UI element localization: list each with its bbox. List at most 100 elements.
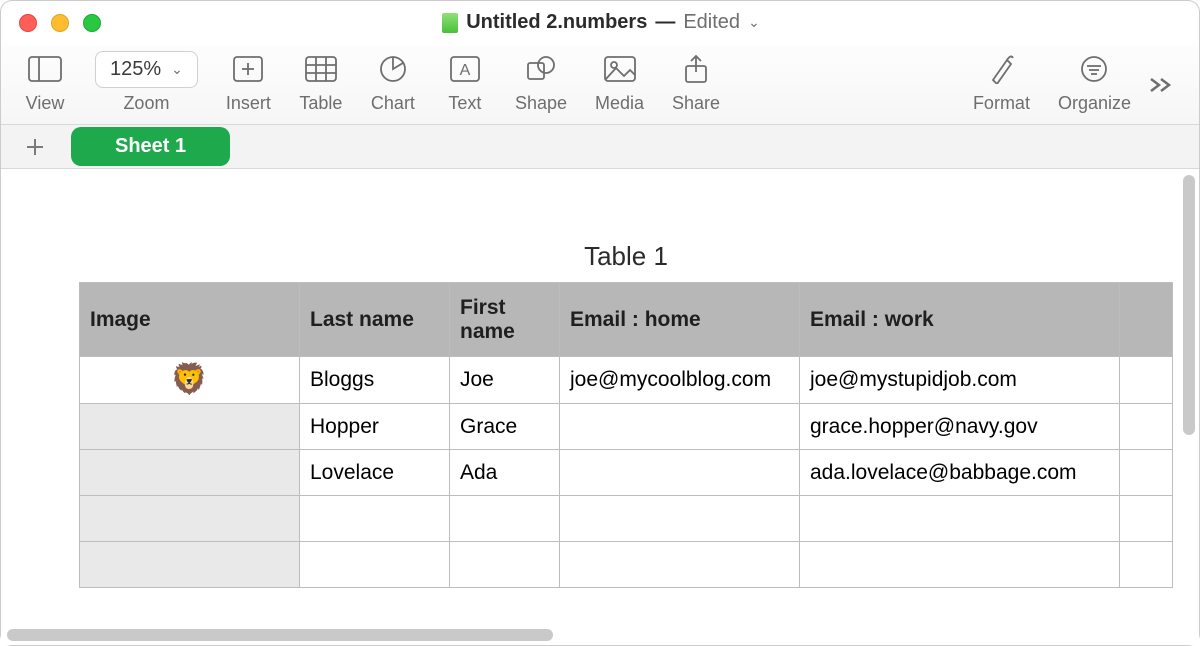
- cell-last-name[interactable]: Bloggs: [300, 357, 450, 404]
- zoom-window-button[interactable]: [83, 14, 101, 32]
- text-label: Text: [448, 93, 481, 114]
- view-button[interactable]: View: [9, 51, 81, 114]
- media-label: Media: [595, 93, 644, 114]
- svg-text:A: A: [460, 62, 471, 79]
- chart-icon: [379, 51, 407, 87]
- sheet-tab-bar: Sheet 1: [1, 125, 1199, 169]
- vertical-scrollbar[interactable]: [1183, 175, 1195, 435]
- spreadsheet-canvas[interactable]: Table 1 Image Last name First name Email…: [1, 169, 1199, 645]
- cell-image[interactable]: [80, 450, 300, 496]
- cell-first-name[interactable]: [450, 542, 560, 588]
- toolbar: View 125% ⌄ Zoom Insert Table: [1, 45, 1199, 125]
- window-controls: [19, 14, 101, 32]
- cell-first-name[interactable]: Joe: [450, 357, 560, 404]
- insert-button[interactable]: Insert: [212, 51, 285, 114]
- insert-icon: [233, 51, 263, 87]
- cell-email-home[interactable]: joe@mycoolblog.com: [560, 357, 800, 404]
- cell-last-name[interactable]: [300, 496, 450, 542]
- document-filename: Untitled 2.numbers: [466, 11, 647, 34]
- text-button[interactable]: A Text: [429, 51, 501, 114]
- document-edited-status: Edited: [683, 11, 740, 34]
- cell-image[interactable]: [80, 404, 300, 450]
- cell-last-name[interactable]: Hopper: [300, 404, 450, 450]
- horizontal-scrollbar-thumb[interactable]: [7, 629, 553, 641]
- table-button[interactable]: Table: [285, 51, 357, 114]
- chevron-down-icon: ⌄: [748, 14, 760, 31]
- share-button[interactable]: Share: [658, 51, 734, 114]
- table-row: 🦁 Bloggs Joe joe@mycoolblog.com joe@myst…: [80, 357, 1173, 404]
- sheet-tab-label: Sheet 1: [115, 135, 186, 157]
- table-title[interactable]: Table 1: [79, 241, 1173, 272]
- col-header-first-name[interactable]: First name: [450, 283, 560, 357]
- cell-email-home[interactable]: [560, 450, 800, 496]
- cell-email-home[interactable]: [560, 542, 800, 588]
- col-header-last-name[interactable]: Last name: [300, 283, 450, 357]
- col-header-extra[interactable]: [1120, 283, 1173, 357]
- cell-email-work[interactable]: grace.hopper@navy.gov: [800, 404, 1120, 450]
- cell-first-name[interactable]: [450, 496, 560, 542]
- cell-image[interactable]: 🦁: [80, 357, 300, 404]
- share-icon: [683, 51, 709, 87]
- chart-button[interactable]: Chart: [357, 51, 429, 114]
- cell-image[interactable]: [80, 542, 300, 588]
- app-window: Untitled 2.numbers — Edited ⌄ View 125% …: [0, 0, 1200, 646]
- cell-extra[interactable]: [1120, 450, 1173, 496]
- add-sheet-button[interactable]: [11, 129, 59, 165]
- cell-email-work[interactable]: ada.lovelace@babbage.com: [800, 450, 1120, 496]
- table-row: [80, 496, 1173, 542]
- view-label: View: [26, 93, 65, 114]
- avatar-emoji: 🦁: [171, 363, 208, 396]
- sidebar-icon: [28, 51, 62, 87]
- col-header-email-work[interactable]: Email : work: [800, 283, 1120, 357]
- cell-image[interactable]: [80, 496, 300, 542]
- media-button[interactable]: Media: [581, 51, 658, 114]
- shape-label: Shape: [515, 93, 567, 114]
- cell-email-work[interactable]: [800, 542, 1120, 588]
- table-row: [80, 542, 1173, 588]
- horizontal-scrollbar-track[interactable]: [7, 629, 1193, 641]
- cell-extra[interactable]: [1120, 496, 1173, 542]
- organize-icon: [1080, 51, 1108, 87]
- cell-email-work[interactable]: joe@mystupidjob.com: [800, 357, 1120, 404]
- cell-email-work[interactable]: [800, 496, 1120, 542]
- shape-button[interactable]: Shape: [501, 51, 581, 114]
- table-row: Hopper Grace grace.hopper@navy.gov: [80, 404, 1173, 450]
- cell-extra[interactable]: [1120, 542, 1173, 588]
- cell-last-name[interactable]: [300, 542, 450, 588]
- document-title[interactable]: Untitled 2.numbers — Edited ⌄: [101, 11, 1101, 34]
- cell-last-name[interactable]: Lovelace: [300, 450, 450, 496]
- text-icon: A: [450, 51, 480, 87]
- data-table: Image Last name First name Email : home …: [79, 282, 1173, 588]
- titlebar: Untitled 2.numbers — Edited ⌄: [1, 1, 1199, 45]
- minimize-window-button[interactable]: [51, 14, 69, 32]
- share-label: Share: [672, 93, 720, 114]
- table-1: Table 1 Image Last name First name Email…: [79, 241, 1173, 588]
- col-header-email-home[interactable]: Email : home: [560, 283, 800, 357]
- close-window-button[interactable]: [19, 14, 37, 32]
- organize-button[interactable]: Organize: [1044, 51, 1145, 114]
- organize-label: Organize: [1058, 93, 1131, 114]
- shape-icon: [526, 51, 556, 87]
- cell-email-home[interactable]: [560, 404, 800, 450]
- table-label: Table: [299, 93, 342, 114]
- cell-first-name[interactable]: Ada: [450, 450, 560, 496]
- numbers-doc-icon: [442, 13, 458, 33]
- zoom-control[interactable]: 125% ⌄ Zoom: [81, 51, 212, 114]
- cell-extra[interactable]: [1120, 357, 1173, 404]
- col-header-image[interactable]: Image: [80, 283, 300, 357]
- cell-first-name[interactable]: Grace: [450, 404, 560, 450]
- sheet-tab-active[interactable]: Sheet 1: [71, 127, 230, 166]
- toolbar-overflow-button[interactable]: [1145, 75, 1191, 100]
- title-separator: —: [655, 11, 675, 34]
- insert-label: Insert: [226, 93, 271, 114]
- table-row: Lovelace Ada ada.lovelace@babbage.com: [80, 450, 1173, 496]
- format-icon: [987, 51, 1015, 87]
- chart-label: Chart: [371, 93, 415, 114]
- zoom-select[interactable]: 125% ⌄: [95, 51, 198, 88]
- zoom-label: Zoom: [123, 93, 169, 114]
- zoom-value: 125%: [110, 58, 161, 81]
- cell-extra[interactable]: [1120, 404, 1173, 450]
- table-icon: [305, 51, 337, 87]
- format-button[interactable]: Format: [959, 51, 1044, 114]
- cell-email-home[interactable]: [560, 496, 800, 542]
